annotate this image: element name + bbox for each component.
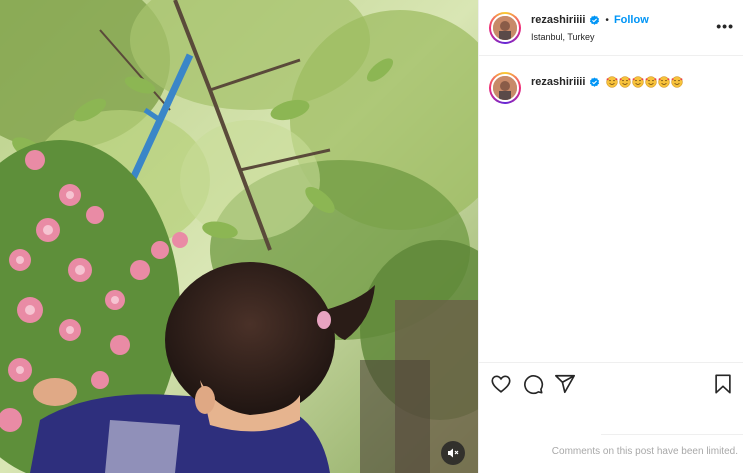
separator-dot: •	[605, 14, 609, 26]
comment-button[interactable]	[522, 373, 544, 395]
smiling-face-with-hearts-icon	[619, 76, 632, 88]
more-options-button[interactable]: •••	[716, 18, 734, 34]
speaker-muted-icon	[448, 448, 459, 458]
smiling-face-with-hearts-icon	[658, 76, 671, 88]
comments-limited-notice: Comments on this post have been limited.	[551, 446, 738, 457]
verified-badge-icon	[590, 76, 600, 87]
follow-button[interactable]: Follow	[614, 14, 649, 26]
post-header: rezashiriiii • Follow Istanbul, Turkey •…	[479, 0, 743, 56]
profile-photo-icon	[493, 16, 517, 40]
caption-username-link[interactable]: rezashiriiii	[531, 76, 585, 88]
location-link[interactable]: Istanbul, Turkey	[531, 32, 595, 42]
video-frame	[0, 0, 478, 473]
verified-badge-icon	[590, 14, 600, 25]
smiling-face-with-hearts-icon	[632, 76, 645, 88]
smiling-face-with-hearts-icon	[671, 76, 684, 88]
post-actions	[479, 362, 743, 404]
username-link[interactable]: rezashiriiii	[531, 14, 585, 26]
smiling-face-with-hearts-icon	[645, 76, 658, 88]
mute-button[interactable]	[441, 441, 465, 465]
like-button[interactable]	[490, 373, 512, 395]
post-side-panel: rezashiriiii • Follow Istanbul, Turkey •…	[478, 0, 743, 473]
share-button[interactable]	[554, 373, 576, 395]
profile-photo-icon	[493, 76, 517, 100]
instagram-post: rezashiriiii • Follow Istanbul, Turkey •…	[0, 0, 743, 473]
header-user-line: rezashiriiii • Follow	[531, 14, 649, 26]
avatar[interactable]	[489, 12, 521, 44]
caption-emoji-row	[606, 76, 684, 88]
save-button[interactable]	[712, 373, 734, 395]
smiling-face-with-hearts-icon	[606, 76, 619, 88]
post-video[interactable]	[0, 0, 478, 473]
caption-avatar[interactable]	[489, 72, 521, 104]
caption-line: rezashiriiii	[531, 76, 684, 88]
